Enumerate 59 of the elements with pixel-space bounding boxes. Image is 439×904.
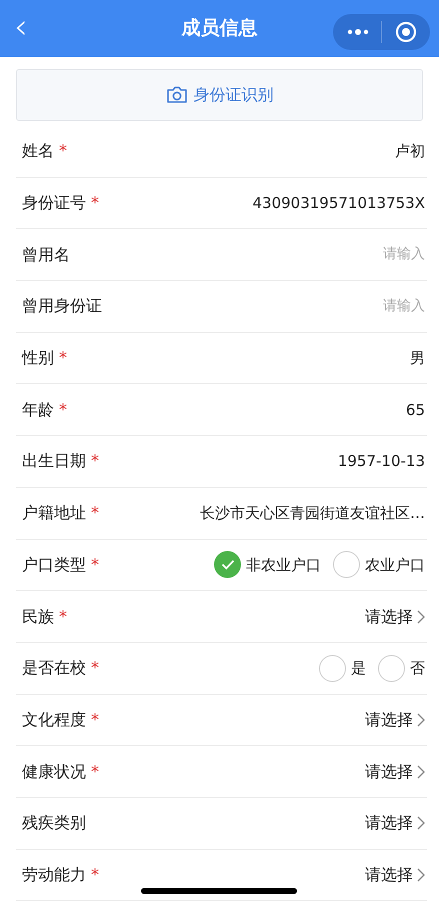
required-mark: * (91, 502, 99, 524)
required-mark: * (91, 554, 99, 576)
select-button[interactable]: 请选择 (365, 811, 425, 836)
field-value: 卢初 (395, 141, 425, 162)
close-icon[interactable] (395, 21, 417, 43)
required-mark: * (59, 606, 67, 628)
required-mark: * (91, 657, 99, 680)
field-label: 年龄 (22, 398, 54, 421)
field-label: 户籍地址 (22, 502, 86, 524)
required-mark: * (59, 140, 67, 162)
field-label: 曾用名 (22, 244, 70, 266)
field-label: 性别 (22, 347, 54, 370)
field-value: 1957-10-13 (338, 451, 425, 472)
checkmark-icon (220, 559, 234, 570)
chevron-right-icon (417, 816, 425, 830)
select-button[interactable]: 请选择 (365, 708, 425, 732)
required-mark: * (91, 450, 99, 472)
chevron-right-icon (417, 764, 425, 779)
field-label: 健康状况 (22, 760, 86, 783)
field-label: 是否在校 (22, 657, 86, 680)
select-button[interactable]: 请选择 (365, 604, 425, 629)
field-label: 身份证号 (22, 192, 86, 214)
field-value: 男 (410, 348, 425, 369)
select-button[interactable]: 请选择 (365, 862, 425, 887)
required-mark: * (91, 708, 99, 731)
radio-label: 是 (351, 658, 366, 679)
field-label: 文化程度 (22, 708, 86, 731)
required-mark: * (91, 192, 99, 214)
field-label: 出生日期 (22, 450, 86, 472)
required-mark: * (59, 347, 67, 370)
field-label: 曾用身份证 (22, 295, 102, 318)
radio-label: 农业户口 (365, 554, 425, 576)
field-value: 43090319571013753X (252, 192, 425, 214)
chevron-right-icon (417, 610, 425, 624)
chevron-right-icon (417, 712, 425, 727)
radio-button[interactable] (333, 551, 360, 578)
field-label: 户口类型 (22, 554, 86, 576)
input-field[interactable]: 请输入 (275, 296, 425, 317)
required-mark: * (91, 760, 99, 783)
field-label: 残疾类别 (22, 812, 86, 834)
field-value: 65 (406, 400, 425, 421)
radio-button[interactable] (214, 551, 241, 578)
more-icon[interactable] (347, 29, 369, 35)
required-mark: * (91, 864, 99, 886)
radio-button[interactable] (319, 654, 346, 682)
chevron-right-icon (417, 868, 425, 882)
radio-label: 非农业户口 (246, 554, 321, 576)
camera-icon (166, 86, 188, 104)
page-title: 成员信息 (182, 16, 258, 42)
select-button[interactable]: 请选择 (365, 760, 425, 784)
field-label: 姓名 (22, 140, 54, 162)
radio-button[interactable] (378, 654, 405, 682)
id-scan-button[interactable]: 身份证识别 (16, 69, 423, 121)
input-field[interactable]: 请输入 (275, 244, 425, 266)
field-label: 劳动能力 (22, 864, 86, 886)
field-value: 长沙市天心区青园街道友谊社区… (200, 502, 425, 524)
field-label: 民族 (22, 606, 54, 628)
radio-label: 否 (410, 658, 425, 679)
required-mark: * (59, 398, 67, 421)
